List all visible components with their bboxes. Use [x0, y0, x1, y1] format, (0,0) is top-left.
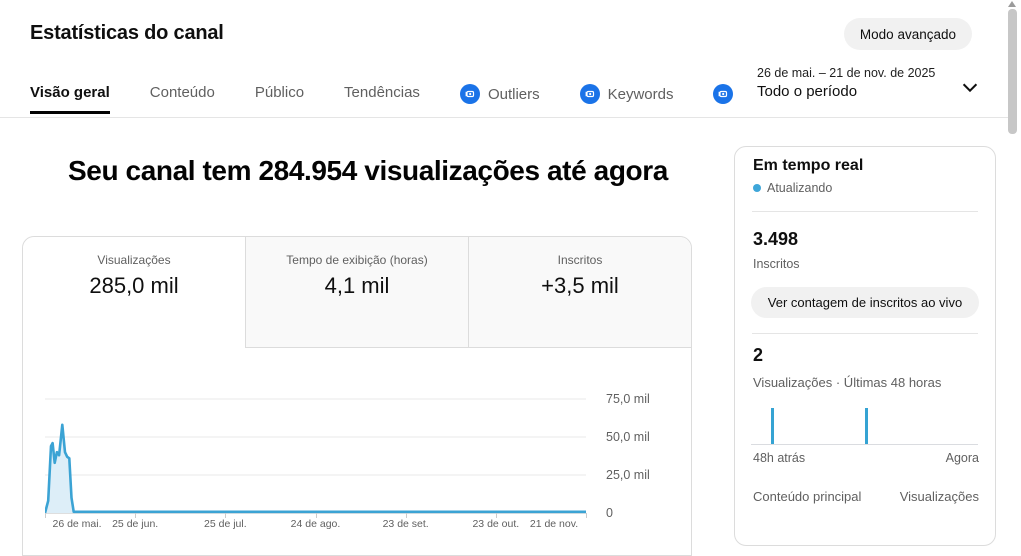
tab-label: Público [254, 84, 305, 101]
metric-tab-watch-time[interactable]: Tempo de exibição (horas) 4,1 mil [245, 237, 468, 348]
live-subscriber-count-button[interactable]: Ver contagem de inscritos ao vivo [751, 287, 979, 318]
sparkline-bar [771, 408, 774, 444]
channel-views-headline: Seu canal tem 284.954 visualizações até … [68, 155, 668, 186]
realtime-subscriber-count: 3.498 [753, 229, 799, 249]
y-axis-tick-label: 25,0 mil [606, 468, 650, 482]
x-axis-tick-label: 23 de out. [472, 518, 520, 530]
vertical-scrollbar[interactable] [1008, 0, 1017, 527]
tab-trends[interactable]: Tendências [344, 84, 420, 111]
x-axis-tick-mark [495, 513, 497, 518]
metric-value: 285,0 mil [89, 273, 179, 298]
outliers-feature-icon [459, 84, 480, 104]
y-axis-tick-label: 0 [606, 506, 613, 520]
views-line-chart[interactable] [45, 387, 586, 518]
advanced-mode-button[interactable]: Modo avançado [843, 18, 972, 50]
x-axis-tick-label: 25 de jun. [112, 518, 159, 530]
divider [752, 211, 978, 212]
realtime-status: Atualizando [753, 181, 832, 195]
x-axis-tick-mark [315, 513, 317, 518]
realtime-views-label: Visualizações · Últimas 48 horas [753, 375, 942, 390]
realtime-views-count: 2 [753, 345, 764, 365]
x-axis-tick-label: 26 de mai. [52, 518, 102, 530]
sparkline-baseline [751, 444, 978, 445]
realtime-views-sparkline[interactable] [751, 402, 979, 445]
x-axis-tick-label: 23 de set. [382, 518, 429, 530]
tab-content[interactable]: Conteúdo [150, 84, 215, 111]
metric-label: Tempo de exibição (horas) [286, 253, 428, 267]
x-axis-tick-mark [225, 513, 227, 518]
metric-tab-subscribers[interactable]: Inscritos +3,5 mil [468, 237, 691, 348]
x-axis-tick-label: 24 de ago. [290, 518, 341, 530]
metric-tab-strip: Visualizações 285,0 mil Tempo de exibiçã… [23, 237, 691, 348]
sparkline-axis-labels: 48h atrás Agora [753, 451, 979, 465]
divider [752, 333, 978, 334]
x-axis-tick-label: 25 de jul. [204, 518, 247, 530]
tab-label: Tendências [344, 84, 420, 101]
views-column-label: Visualizações [899, 489, 979, 504]
feature-badge-icon [713, 84, 734, 104]
metric-value: +3,5 mil [541, 273, 619, 298]
metric-value: 4,1 mil [324, 273, 390, 298]
x-axis-tick-mark [135, 513, 137, 518]
x-axis-tick-mark [45, 513, 46, 518]
y-axis-tick-label: 50,0 mil [606, 430, 650, 444]
tab-keywords[interactable]: Keywords [579, 84, 674, 114]
tab-label: Conteúdo [149, 84, 215, 101]
date-range-picker[interactable]: 26 de mai. – 21 de nov. de 2025 Todo o p… [757, 66, 995, 100]
tab-label: Outliers [487, 85, 540, 103]
axis-right-label: Agora [945, 451, 979, 465]
realtime-subscriber-label: Inscritos [753, 257, 800, 271]
metric-label: Inscritos [557, 253, 603, 267]
keywords-feature-icon [579, 84, 600, 104]
tab-label: Visão geral [30, 84, 110, 101]
tab-overview[interactable]: Visão geral [30, 84, 110, 114]
scroll-up-arrow-icon[interactable] [1008, 1, 1016, 7]
tab-bar-divider [0, 117, 1009, 118]
tab-more-feature[interactable] [713, 84, 734, 114]
realtime-status-label: Atualizando [767, 181, 833, 195]
x-axis-tick-mark [586, 513, 587, 518]
analytics-tab-bar: Visão geral Conteúdo Público Tendências … [30, 84, 734, 114]
top-content-column-label: Conteúdo principal [753, 489, 862, 504]
axis-left-label: 48h atrás [753, 451, 806, 465]
realtime-table-header: Conteúdo principal Visualizações [753, 489, 979, 504]
analytics-chart-card: Visualizações 285,0 mil Tempo de exibiçã… [22, 236, 692, 556]
live-updating-dot-icon [753, 184, 761, 192]
metric-label: Visualizações [97, 253, 171, 267]
x-axis-tick-label: 21 de nov. [529, 518, 579, 530]
x-axis-tick-mark [405, 513, 407, 518]
page-title: Estatísticas do canal [30, 22, 224, 44]
realtime-title: Em tempo real [753, 157, 864, 174]
scrollbar-thumb[interactable] [1008, 9, 1017, 134]
tab-outliers[interactable]: Outliers [459, 84, 540, 114]
sparkline-bar [865, 408, 868, 444]
y-axis-tick-label: 75,0 mil [606, 392, 650, 406]
chevron-down-icon [959, 76, 981, 103]
metric-tab-views[interactable]: Visualizações 285,0 mil [23, 237, 245, 348]
tab-label: Keywords [607, 85, 674, 103]
tab-audience[interactable]: Público [255, 84, 304, 111]
realtime-card: Em tempo real Atualizando 3.498 Inscrito… [734, 146, 996, 546]
